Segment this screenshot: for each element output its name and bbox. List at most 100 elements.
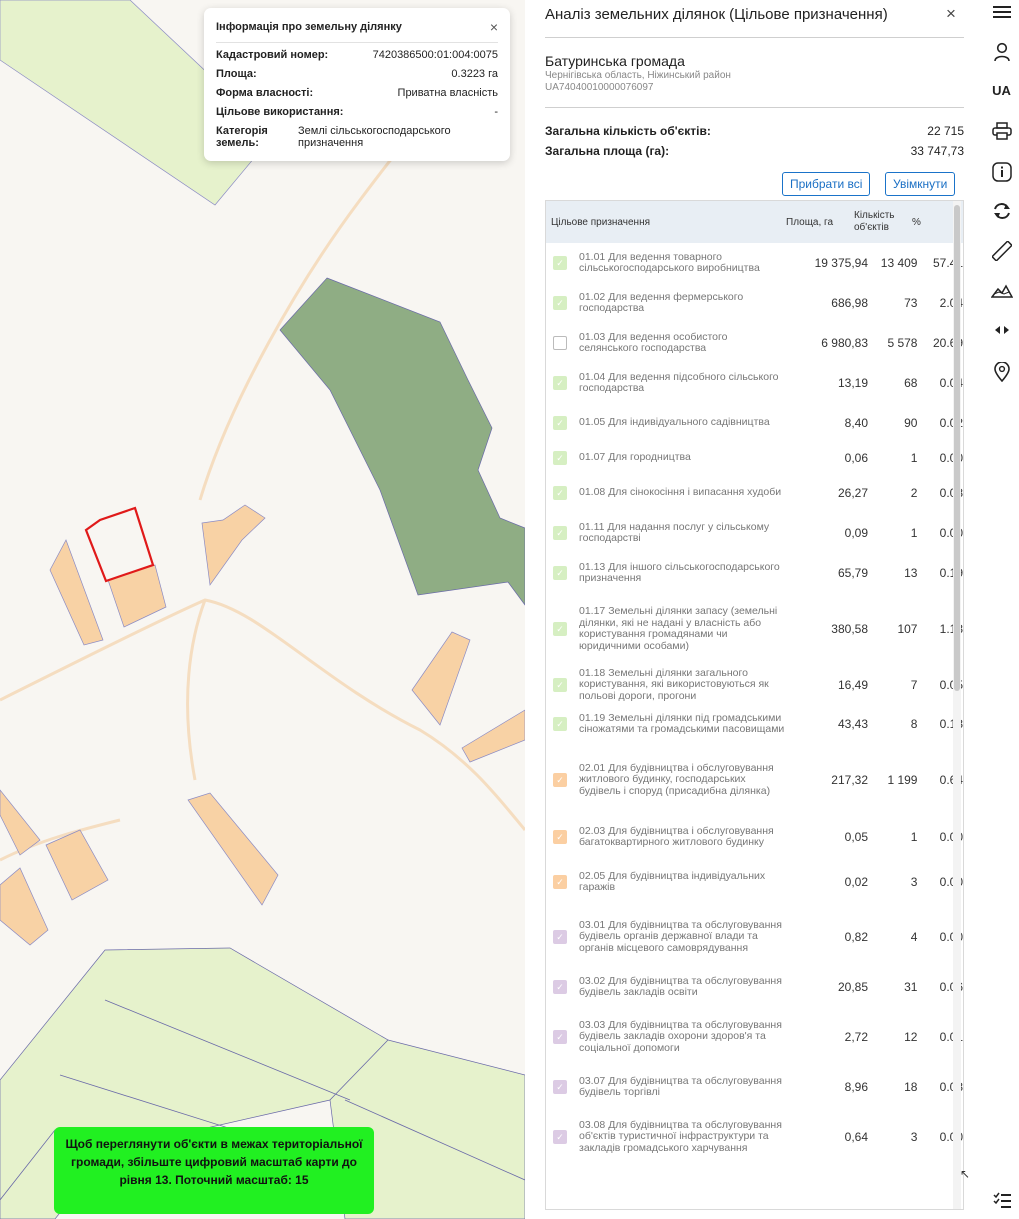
row-purpose: 02.01 Для будівництва і обслуговування ж… bbox=[579, 761, 774, 797]
table-row[interactable]: ✓ 02.03 Для будівництва і обслуговування … bbox=[546, 817, 963, 857]
table-row[interactable]: ✓ 01.01 Для ведення товарного сільськогос… bbox=[546, 243, 963, 283]
table-row[interactable]: 01.03 Для ведення особистого селянського… bbox=[546, 323, 963, 363]
row-checkbox[interactable]: ✓ bbox=[553, 830, 567, 844]
row-area: 217,32 bbox=[831, 773, 868, 787]
table-row[interactable]: ✓ 03.03 Для будівництва та обслуговування… bbox=[546, 1007, 963, 1067]
ownership-label: Форма власності: bbox=[216, 87, 314, 99]
row-purpose: 01.13 Для іншого сільськогосподарського … bbox=[579, 560, 780, 584]
row-checkbox[interactable]: ✓ bbox=[553, 773, 567, 787]
parcel-info-popup: Інформація про земельну ділянку × Кадаст… bbox=[204, 8, 510, 161]
row-count: 68 bbox=[904, 376, 918, 390]
row-checkbox[interactable]: ✓ bbox=[553, 717, 567, 731]
map-canvas[interactable]: Інформація про земельну ділянку × Кадаст… bbox=[0, 0, 525, 1219]
row-area: 0,06 bbox=[844, 451, 868, 465]
panel-title: Аналіз земельних ділянок (Цільове призна… bbox=[545, 6, 888, 23]
row-area: 26,27 bbox=[837, 486, 868, 500]
community-name: Батуринська громада bbox=[545, 53, 685, 69]
table-row[interactable]: ✓ 01.11 Для надання послуг у сільському г… bbox=[546, 513, 963, 553]
table-row[interactable]: ✓ 02.01 Для будівництва і обслуговування … bbox=[546, 743, 963, 817]
row-count: 7 bbox=[910, 678, 918, 692]
table-row[interactable]: ✓ 01.19 Земельні ділянки під громадськими… bbox=[546, 705, 963, 743]
ruler-icon[interactable] bbox=[984, 241, 1019, 261]
row-area: 380,58 bbox=[831, 622, 868, 636]
table-row[interactable]: ✓ 01.13 Для іншого сільськогосподарського… bbox=[546, 553, 963, 593]
table-row[interactable]: ✓ 01.02 Для ведення фермерського господар… bbox=[546, 283, 963, 323]
row-count: 90 bbox=[904, 416, 918, 430]
header-area: Площа, га bbox=[786, 216, 834, 228]
total-area-value: 33 747,73 bbox=[910, 144, 964, 158]
table-row[interactable]: ✓ 02.05 Для будівництва індивідуальних га… bbox=[546, 857, 963, 907]
row-purpose: 01.11 Для надання послуг у сільському го… bbox=[579, 520, 770, 544]
row-checkbox[interactable]: ✓ bbox=[553, 376, 567, 390]
cadastral-label: Кадастровий номер: bbox=[216, 49, 329, 61]
terrain-icon[interactable] bbox=[984, 281, 1019, 299]
table-row[interactable]: ✓ 03.08 Для будівництва та обслуговування… bbox=[546, 1107, 963, 1167]
table-row[interactable]: ✓ 01.08 Для сінокосіння і випасання худоб… bbox=[546, 473, 963, 513]
info-icon[interactable] bbox=[984, 162, 1019, 182]
row-checkbox[interactable]: ✓ bbox=[553, 486, 567, 500]
analysis-panel: Аналіз земельних ділянок (Цільове призна… bbox=[525, 0, 984, 1219]
scrollbar-thumb[interactable] bbox=[954, 205, 960, 691]
enable-button[interactable]: Увімкнути bbox=[885, 172, 956, 196]
menu-icon[interactable] bbox=[984, 4, 1019, 20]
row-checkbox[interactable]: ✓ bbox=[553, 1030, 567, 1044]
row-checkbox[interactable]: ✓ bbox=[553, 296, 567, 310]
row-area: 19 375,94 bbox=[814, 256, 868, 270]
user-icon[interactable] bbox=[984, 42, 1019, 62]
language-switch[interactable]: UA bbox=[984, 83, 1019, 98]
row-checkbox[interactable] bbox=[553, 336, 567, 350]
table-row[interactable]: ✓ 03.07 Для будівництва та обслуговування… bbox=[546, 1067, 963, 1107]
location-pin-icon[interactable] bbox=[984, 362, 1019, 382]
list-settings-icon[interactable] bbox=[984, 1192, 1019, 1210]
area-label: Площа: bbox=[216, 68, 257, 80]
purpose-label: Цільове використання: bbox=[216, 106, 344, 118]
row-checkbox[interactable]: ✓ bbox=[553, 566, 567, 580]
row-checkbox[interactable]: ✓ bbox=[553, 526, 567, 540]
row-count: 1 bbox=[910, 830, 918, 844]
remove-all-button[interactable]: Прибрати всі bbox=[782, 172, 871, 196]
resize-icon[interactable]: ↖ bbox=[960, 1167, 970, 1181]
table-row[interactable]: ✓ 03.01 Для будівництва та обслуговування… bbox=[546, 907, 963, 967]
refresh-icon[interactable] bbox=[984, 201, 1019, 221]
row-purpose: 01.04 Для ведення підсобного сільського … bbox=[579, 370, 779, 394]
table-row[interactable]: ✓ 01.18 Земельні ділянки загального корис… bbox=[546, 665, 963, 705]
row-checkbox[interactable]: ✓ bbox=[553, 875, 567, 889]
row-checkbox[interactable]: ✓ bbox=[553, 678, 567, 692]
table-row[interactable]: ✓ 01.07 Для городництва 0,06 1 0.00 bbox=[546, 443, 963, 473]
row-checkbox[interactable]: ✓ bbox=[553, 1130, 567, 1144]
header-purpose: Цільове призначення bbox=[551, 216, 651, 228]
purpose-table: Цільове призначення Площа, га Кількість … bbox=[545, 200, 964, 1210]
row-purpose: 03.08 Для будівництва та обслуговування … bbox=[579, 1118, 782, 1154]
row-checkbox[interactable]: ✓ bbox=[553, 930, 567, 944]
zoom-notice: Щоб переглянути об'єкти в межах територі… bbox=[54, 1127, 374, 1214]
table-row[interactable]: ✓ 01.05 Для індивідуального садівництва 8,… bbox=[546, 403, 963, 443]
total-count-value: 22 715 bbox=[927, 124, 964, 138]
row-purpose: 01.05 Для індивідуального садівництва bbox=[579, 416, 770, 429]
collapse-icon[interactable] bbox=[984, 324, 1019, 336]
row-count: 3 bbox=[910, 1130, 918, 1144]
row-checkbox[interactable]: ✓ bbox=[553, 980, 567, 994]
row-checkbox[interactable]: ✓ bbox=[553, 256, 567, 270]
table-row[interactable]: ✓ 01.17 Земельні ділянки запасу (земельні… bbox=[546, 593, 963, 665]
row-checkbox[interactable]: ✓ bbox=[553, 451, 567, 465]
row-purpose: 03.01 Для будівництва та обслуговування … bbox=[579, 918, 782, 954]
divider bbox=[545, 37, 964, 38]
map-layer[interactable] bbox=[0, 0, 525, 1219]
row-purpose: 01.19 Земельні ділянки під громадськими … bbox=[579, 711, 785, 735]
row-checkbox[interactable]: ✓ bbox=[553, 416, 567, 430]
row-checkbox[interactable]: ✓ bbox=[553, 622, 567, 636]
row-area: 2,72 bbox=[844, 1030, 868, 1044]
popup-title: Інформація про земельну ділянку bbox=[216, 21, 402, 33]
row-purpose: 01.18 Земельні ділянки загального корист… bbox=[579, 666, 769, 702]
row-count: 8 bbox=[910, 717, 918, 731]
total-count-row: Загальна кількість об'єктів: 22 715 bbox=[545, 124, 964, 138]
table-row[interactable]: ✓ 01.04 Для ведення підсобного сільського… bbox=[546, 363, 963, 403]
row-purpose: 02.05 Для будівництва індивідуальних гар… bbox=[579, 869, 766, 893]
close-icon[interactable]: × bbox=[946, 4, 956, 24]
table-row[interactable]: ✓ 03.02 Для будівництва та обслуговування… bbox=[546, 967, 963, 1007]
total-area-label: Загальна площа (га): bbox=[545, 144, 670, 158]
row-purpose: 03.02 Для будівництва та обслуговування … bbox=[579, 974, 782, 998]
row-checkbox[interactable]: ✓ bbox=[553, 1080, 567, 1094]
close-icon[interactable]: × bbox=[490, 20, 498, 34]
print-icon[interactable] bbox=[984, 122, 1019, 140]
